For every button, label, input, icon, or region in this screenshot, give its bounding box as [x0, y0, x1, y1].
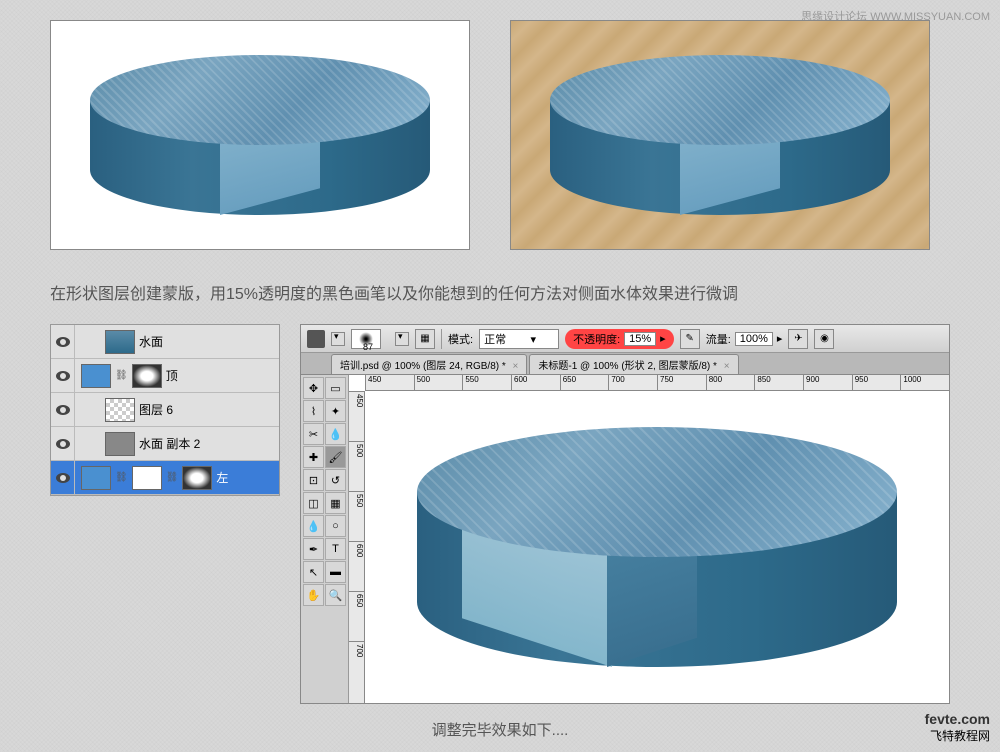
bottom-caption: 调整完毕效果如下.... — [0, 704, 1000, 740]
dodge-tool[interactable]: ○ — [325, 515, 346, 537]
path-tool[interactable]: ↖ — [303, 561, 324, 583]
stamp-tool[interactable]: ⊡ — [303, 469, 324, 491]
options-bar: 87 ▦ 模式: 正常 ▾ 不透明度: 15% ▸ ✎ 流量: 100% ▸ ✈… — [301, 325, 949, 353]
canvas-content[interactable] — [365, 391, 949, 703]
pressure-opacity-icon[interactable]: ✎ — [680, 329, 700, 349]
gradient-tool[interactable]: ▦ — [325, 492, 346, 514]
fx-thumbnail[interactable] — [182, 466, 212, 490]
visibility-eye-icon[interactable] — [56, 439, 70, 449]
horizontal-ruler: 450500550 600650700 750800850 9009501000 — [365, 375, 949, 391]
mode-label: 模式: — [448, 331, 473, 347]
blur-tool[interactable]: 💧 — [303, 515, 324, 537]
flow-value[interactable]: 100% — [735, 332, 773, 346]
layer-row[interactable]: 水面 — [51, 325, 279, 359]
layer-name: 水面 副本 2 — [139, 435, 200, 452]
hand-tool[interactable]: ✋ — [303, 584, 324, 606]
layer-row[interactable]: 水面 副本 2 — [51, 427, 279, 461]
layer-thumbnail[interactable] — [105, 330, 135, 354]
water-cylinder-sand-bg — [510, 20, 930, 250]
airbrush-icon[interactable]: ✈ — [788, 329, 808, 349]
link-icon: ⛓ — [166, 472, 179, 483]
crop-tool[interactable]: ✂ — [303, 423, 324, 445]
link-icon: ⛓ — [115, 370, 128, 381]
history-brush-tool[interactable]: ↺ — [325, 469, 346, 491]
flow-label: 流量: — [706, 331, 731, 347]
layer-thumbnail[interactable] — [81, 364, 111, 388]
visibility-eye-icon[interactable] — [56, 473, 70, 483]
link-icon: ⛓ — [115, 472, 128, 483]
mask-thumbnail[interactable] — [132, 466, 162, 490]
brush-dropdown[interactable] — [395, 332, 409, 346]
dropdown-arrow-icon[interactable]: ▸ — [660, 332, 666, 345]
document-tab[interactable]: 未标题-1 @ 100% (形状 2, 图层蒙版/8) * × — [529, 354, 738, 374]
type-tool[interactable]: T — [325, 538, 346, 560]
vertical-ruler: 450500550 600650700 — [349, 391, 365, 703]
shape-tool[interactable]: ▬ — [325, 561, 346, 583]
layer-name: 水面 — [139, 333, 163, 350]
eraser-tool[interactable]: ◫ — [303, 492, 324, 514]
document-tabs: 培训.psd @ 100% (图层 24, RGB/8) * × 未标题-1 @… — [301, 353, 949, 375]
opacity-label: 不透明度: — [573, 331, 620, 347]
healing-tool[interactable]: ✚ — [303, 446, 324, 468]
layer-name: 左 — [216, 469, 228, 486]
layer-thumbnail[interactable] — [105, 398, 135, 422]
layer-row[interactable]: 图层 6 — [51, 393, 279, 427]
blend-mode-select[interactable]: 正常 ▾ — [479, 329, 559, 349]
dropdown-arrow-icon[interactable]: ▸ — [777, 332, 783, 345]
visibility-eye-icon[interactable] — [56, 371, 70, 381]
layer-row[interactable]: ⛓ 顶 — [51, 359, 279, 393]
layer-row-selected[interactable]: ⛓ ⛓ 左 — [51, 461, 279, 495]
instruction-text: 在形状图层创建蒙版，用15%透明度的黑色画笔以及你能想到的任何方法对侧面水体效果… — [0, 260, 1000, 324]
wand-tool[interactable]: ✦ — [325, 400, 346, 422]
marquee-tool[interactable]: ▭ — [325, 377, 346, 399]
tools-panel: ✥ ▭ ⌇ ✦ ✂ 💧 ✚ 🖌 ⊡ ↺ ◫ ▦ 💧 ○ ✒ T ↖ ▬ ✋ 🔍 — [301, 375, 349, 703]
canvas-area[interactable]: 450500550 600650700 750800850 9009501000… — [349, 375, 949, 703]
visibility-eye-icon[interactable] — [56, 337, 70, 347]
photoshop-window: 87 ▦ 模式: 正常 ▾ 不透明度: 15% ▸ ✎ 流量: 100% ▸ ✈… — [300, 324, 950, 704]
example-images-row — [0, 0, 1000, 260]
layer-name: 顶 — [166, 367, 178, 384]
opacity-value[interactable]: 15% — [624, 332, 656, 346]
layers-panel: 水面 ⛓ 顶 图层 6 水面 副本 2 — [50, 324, 280, 496]
water-cylinder-white-bg — [50, 20, 470, 250]
close-icon[interactable]: × — [724, 361, 730, 372]
brush-size-value: 87 — [363, 342, 373, 352]
brush-tool[interactable]: 🖌 — [325, 446, 346, 468]
water-cylinder-artwork — [417, 427, 897, 667]
layer-thumbnail[interactable] — [81, 466, 111, 490]
move-tool[interactable]: ✥ — [303, 377, 324, 399]
visibility-eye-icon[interactable] — [56, 405, 70, 415]
layer-name: 图层 6 — [139, 401, 173, 418]
lasso-tool[interactable]: ⌇ — [303, 400, 324, 422]
opacity-control-highlighted[interactable]: 不透明度: 15% ▸ — [565, 329, 674, 349]
tool-preset-dropdown[interactable] — [331, 332, 345, 346]
brush-panel-toggle[interactable]: ▦ — [415, 329, 435, 349]
watermark-bottom: fevte.com 飞特教程网 — [925, 711, 990, 744]
fx-thumbnail[interactable] — [132, 364, 162, 388]
brush-tool-icon[interactable] — [307, 330, 325, 348]
zoom-tool[interactable]: 🔍 — [325, 584, 346, 606]
pressure-size-icon[interactable]: ◉ — [814, 329, 834, 349]
close-icon[interactable]: × — [513, 361, 519, 372]
document-tab[interactable]: 培训.psd @ 100% (图层 24, RGB/8) * × — [331, 354, 527, 374]
pen-tool[interactable]: ✒ — [303, 538, 324, 560]
eyedropper-tool[interactable]: 💧 — [325, 423, 346, 445]
layer-thumbnail[interactable] — [105, 432, 135, 456]
